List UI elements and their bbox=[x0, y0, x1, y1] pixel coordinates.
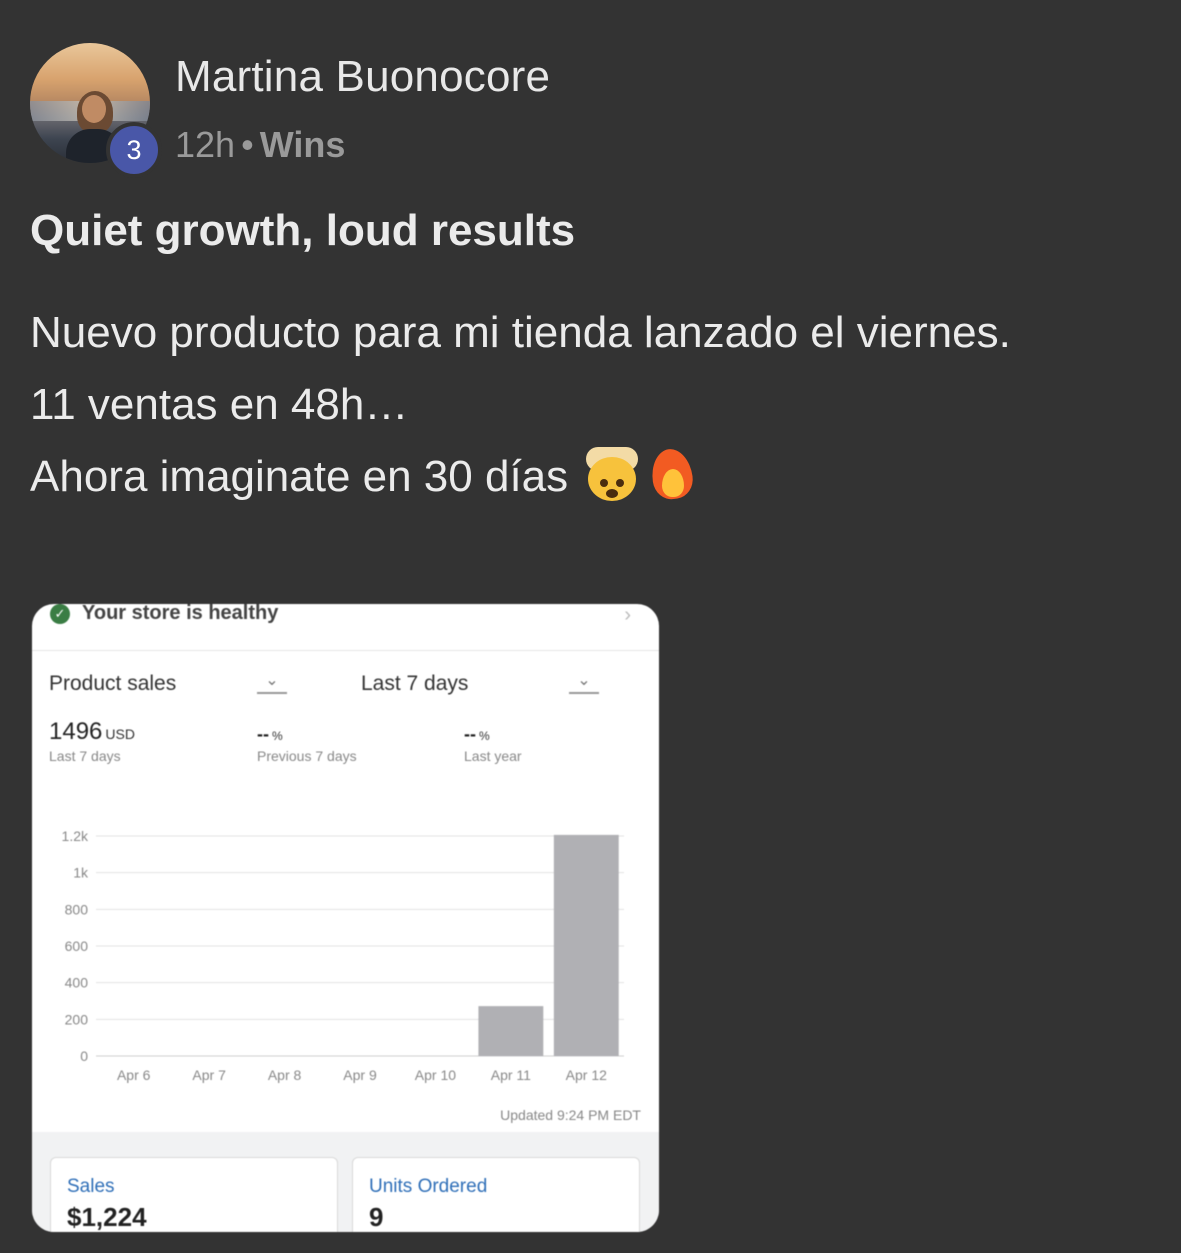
post-title: Quiet growth, loud results bbox=[30, 206, 576, 255]
author-name[interactable]: Martina Buonocore bbox=[175, 52, 550, 102]
sales-bar-chart: 0 200 400 600 800 1k 1.2k Apr 6 Apr 7 Apr 8 Apr 9 A… bbox=[62, 828, 624, 1083]
bar-apr-11 bbox=[478, 1006, 544, 1056]
post-body-line-1: Nuevo producto para mi tienda lanzado el… bbox=[30, 308, 1011, 357]
y-tick-label: 200 bbox=[65, 1011, 89, 1027]
y-tick-label: 1.2k bbox=[62, 828, 89, 844]
stat-value: 1496 USD bbox=[49, 718, 135, 745]
x-tick-label: Apr 6 bbox=[117, 1067, 151, 1083]
check-circle-icon: ✓ bbox=[50, 604, 70, 624]
avatar-face bbox=[82, 95, 106, 123]
stat-label: Previous 7 days bbox=[257, 748, 357, 764]
y-tick-label: 0 bbox=[80, 1048, 88, 1064]
stat-label: Last year bbox=[464, 748, 522, 764]
units-card-value: 9 bbox=[369, 1202, 384, 1232]
post-body-line-2: 11 ventas en 48h… bbox=[30, 380, 409, 429]
attached-screenshot[interactable]: ✓ Your store is healthy › Product sales … bbox=[32, 604, 659, 1232]
stat-value: --% bbox=[257, 724, 283, 744]
chevron-down-icon: ⌄ bbox=[569, 670, 599, 694]
post-meta: 12h • Wins bbox=[175, 124, 345, 166]
units-card-label: Units Ordered bbox=[369, 1176, 488, 1197]
y-tick-label: 600 bbox=[65, 938, 89, 954]
sales-card-value: $1,224 bbox=[67, 1202, 147, 1232]
units-card[interactable]: Units Ordered 9 bbox=[352, 1157, 640, 1232]
metric-select-label: Product sales bbox=[49, 672, 177, 695]
updated-timestamp: Updated 9:24 PM EDT bbox=[500, 1107, 641, 1123]
chevron-down-icon: ⌄ bbox=[257, 670, 287, 694]
range-select-label: Last 7 days bbox=[361, 672, 469, 695]
y-tick-label: 800 bbox=[65, 901, 89, 917]
bar-apr-12 bbox=[553, 834, 619, 1056]
x-tick-label: Apr 12 bbox=[566, 1067, 607, 1083]
sales-card[interactable]: Sales $1,224 bbox=[50, 1157, 338, 1232]
divider bbox=[32, 650, 659, 651]
x-tick-label: Apr 8 bbox=[268, 1067, 302, 1083]
post-category[interactable]: Wins bbox=[260, 124, 346, 165]
post-time: 12h bbox=[175, 124, 236, 165]
stat-label: Last 7 days bbox=[49, 748, 121, 764]
x-tick-label: Apr 7 bbox=[192, 1067, 226, 1083]
fire-icon bbox=[644, 445, 700, 502]
post-body-line-3-text: Ahora imaginate en 30 días bbox=[30, 452, 569, 501]
y-tick-label: 400 bbox=[65, 975, 89, 991]
x-tick-label: Apr 11 bbox=[491, 1067, 531, 1083]
store-health-text: Your store is healthy bbox=[82, 604, 279, 624]
sales-card-label: Sales bbox=[67, 1176, 115, 1197]
x-tick-label: Apr 9 bbox=[343, 1067, 377, 1083]
stat-value: --% bbox=[464, 724, 490, 744]
meta-separator: • bbox=[241, 124, 254, 165]
level-badge: 3 bbox=[106, 122, 162, 178]
y-tick-label: 1k bbox=[73, 865, 89, 881]
exploding-head-icon bbox=[584, 445, 640, 501]
store-health: ✓ Your store is healthy bbox=[50, 604, 278, 625]
x-tick-label: Apr 10 bbox=[415, 1067, 456, 1083]
post-body-line-3: Ahora imaginate en 30 días bbox=[30, 441, 1011, 513]
post-body: Nuevo producto para mi tienda lanzado el… bbox=[30, 297, 1011, 513]
chevron-right-icon: › bbox=[624, 604, 631, 626]
